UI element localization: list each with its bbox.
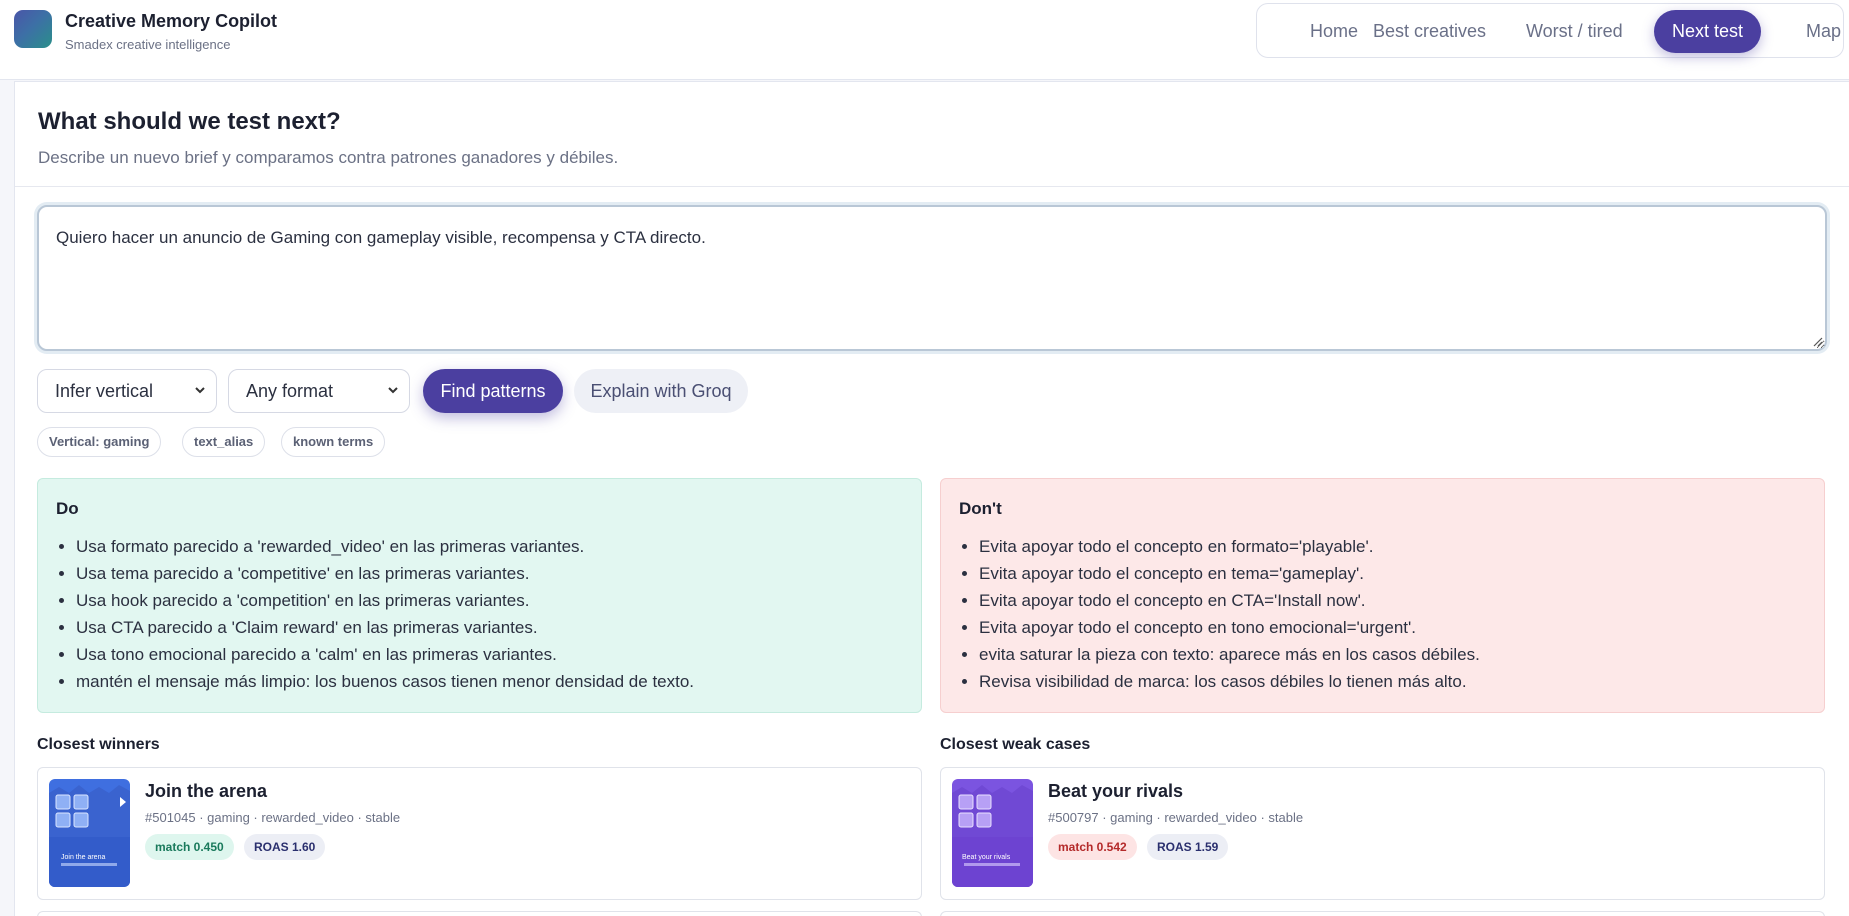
chip-text-alias: text_alias (182, 427, 266, 457)
list-item: Usa tema parecido a 'competitive' en las… (76, 560, 694, 587)
find-patterns-button[interactable]: Find patterns (423, 369, 563, 413)
closest-winners-title: Closest winners (37, 736, 160, 753)
next-test-panel: What should we test next? Describe un nu… (14, 81, 1849, 916)
list-item: Evita apoyar todo el concepto en formato… (979, 533, 1480, 560)
winner-result-card[interactable]: Join the arena Join the arena #501045 · … (37, 767, 922, 900)
list-item: Evita apoyar todo el concepto en CTA='In… (979, 587, 1480, 614)
app-title: Creative Memory Copilot (65, 11, 278, 31)
app-subtitle: Smadex creative intelligence (65, 37, 231, 52)
do-list: Usa formato parecido a 'rewarded_video' … (76, 533, 694, 695)
nav-best-creatives[interactable]: Best creatives (1373, 10, 1486, 53)
creative-thumbnail: Beat your rivals (952, 779, 1033, 887)
weak-result-card[interactable]: Beat your rivals Beat your rivals #50079… (940, 767, 1825, 900)
dont-card-title: Don't (959, 499, 1002, 518)
list-item: evita saturar la pieza con texto: aparec… (979, 641, 1480, 668)
chevron-down-icon (194, 370, 206, 428)
nav-worst-tired[interactable]: Worst / tired (1526, 10, 1623, 53)
closest-weak-title: Closest weak cases (940, 736, 1091, 753)
explain-with-groq-button[interactable]: Explain with Groq (574, 369, 748, 413)
weak-result-card[interactable] (940, 911, 1825, 916)
list-item: Usa formato parecido a 'rewarded_video' … (76, 533, 694, 560)
result-meta: #501045 · gaming · rewarded_video · stab… (145, 810, 401, 825)
roas-badge: ROAS 1.60 (244, 834, 326, 860)
chip-vertical: Vertical: gaming (37, 427, 162, 457)
format-select-value: Any format (246, 381, 334, 401)
app-logo (14, 10, 52, 48)
nav-next-test[interactable]: Next test (1654, 10, 1762, 53)
brief-textarea[interactable]: Quiero hacer un anuncio de Gaming con ga… (37, 205, 1827, 351)
list-item: Usa tono emocional parecido a 'calm' en … (76, 641, 694, 668)
list-item: Usa hook parecido a 'competition' en las… (76, 587, 694, 614)
do-card-title: Do (56, 499, 79, 518)
divider (15, 186, 1849, 187)
main-nav: Home Best creatives Worst / tired Next t… (1256, 3, 1844, 58)
match-badge: match 0.450 (145, 834, 234, 860)
top-bar: Creative Memory Copilot Smadex creative … (0, 0, 1849, 80)
list-item: mantén el mensaje más limpio: los buenos… (76, 668, 694, 695)
svg-text:Beat your rivals: Beat your rivals (962, 854, 1011, 861)
chip-known-terms: known terms (281, 427, 386, 457)
result-title: Join the arena (145, 781, 268, 801)
vertical-select-value: Infer vertical (55, 381, 154, 401)
dont-card: Don't Evita apoyar todo el concepto en f… (940, 478, 1825, 713)
list-item: Evita apoyar todo el concepto en tema='g… (979, 560, 1480, 587)
list-item: Revisa visibilidad de marca: los casos d… (979, 668, 1480, 695)
page-title: What should we test next? (38, 108, 341, 135)
nav-map[interactable]: Map (1806, 10, 1841, 53)
vertical-select[interactable]: Infer vertical (37, 369, 217, 413)
roas-badge: ROAS 1.59 (1147, 834, 1229, 860)
result-meta: #500797 · gaming · rewarded_video · stab… (1048, 810, 1304, 825)
creative-thumbnail: Join the arena (49, 779, 130, 887)
list-item: Usa CTA parecido a 'Claim reward' en las… (76, 614, 694, 641)
do-card: Do Usa formato parecido a 'rewarded_vide… (37, 478, 922, 713)
format-select[interactable]: Any format (228, 369, 410, 413)
nav-home[interactable]: Home (1310, 10, 1358, 53)
chevron-down-icon (387, 370, 399, 428)
resize-handle-icon[interactable] (1811, 335, 1823, 347)
page-subtitle: Describe un nuevo brief y comparamos con… (38, 148, 619, 167)
dont-list: Evita apoyar todo el concepto en formato… (979, 533, 1480, 695)
svg-text:Join the arena: Join the arena (61, 854, 105, 861)
winner-result-card[interactable] (37, 911, 922, 916)
match-badge: match 0.542 (1048, 834, 1137, 860)
result-title: Beat your rivals (1048, 781, 1184, 801)
list-item: Evita apoyar todo el concepto en tono em… (979, 614, 1480, 641)
